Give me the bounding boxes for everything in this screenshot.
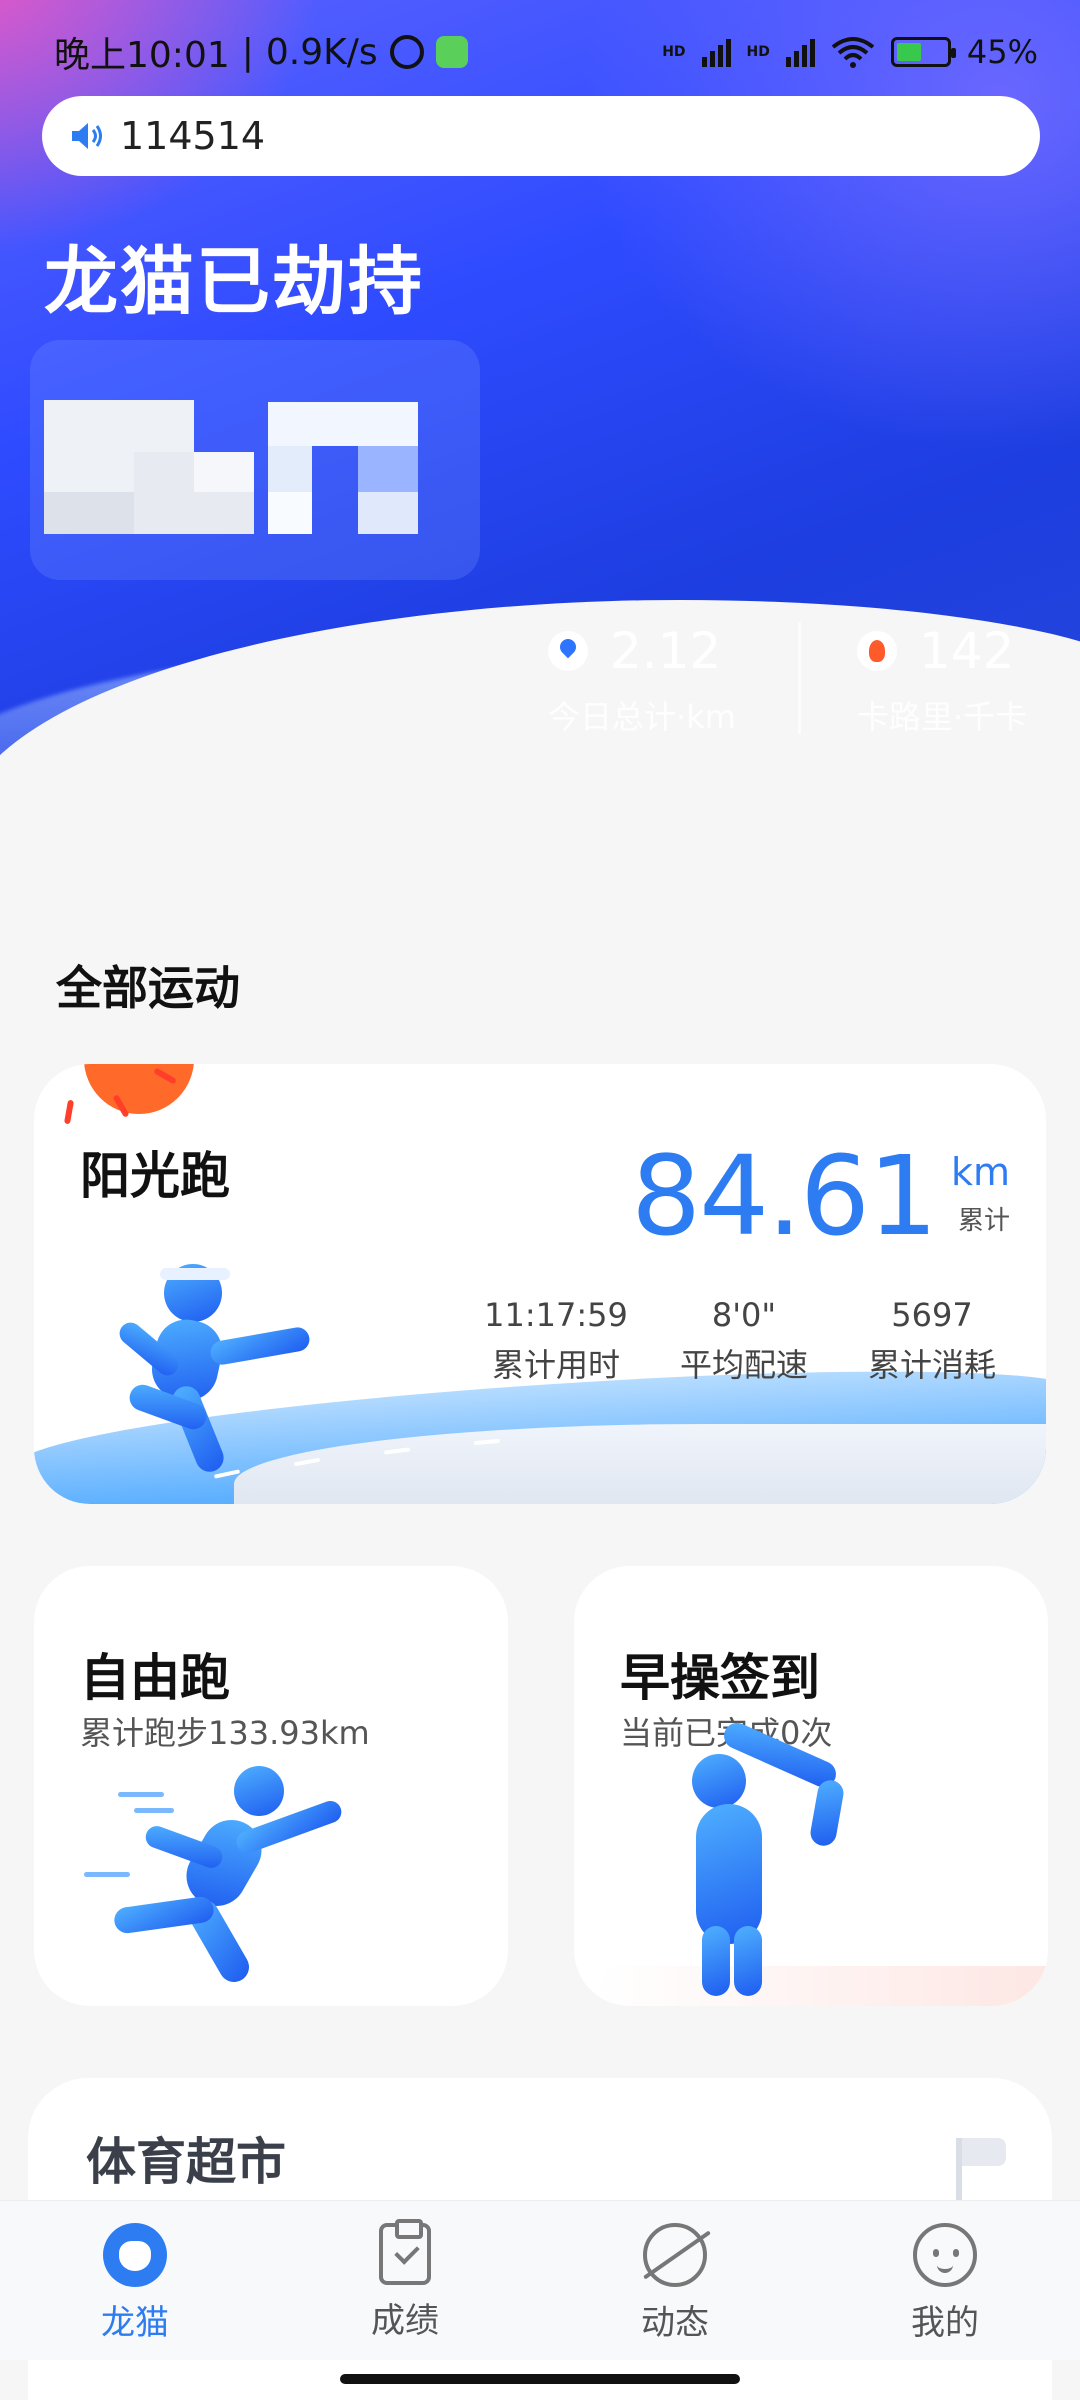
- nav-label: 我的: [911, 2303, 979, 2343]
- planet-icon: [643, 2223, 707, 2287]
- runner-illustration: [114, 1264, 312, 1476]
- morning-title: 早操签到: [620, 1649, 820, 1707]
- network-type-label-1: HD: [662, 44, 686, 60]
- nav-item-feed[interactable]: 动态: [540, 2201, 810, 2360]
- nav-label: 动态: [641, 2303, 709, 2343]
- stretching-figure-illustration: [684, 1718, 884, 1996]
- distance-unit-sub: 累计: [957, 1206, 1010, 1236]
- signal-icon-1: [701, 37, 731, 67]
- free-run-subtitle: 累计跑步133.93km: [80, 1714, 370, 1752]
- nav-label: 成绩: [371, 2301, 439, 2341]
- hero-stats: 2.12 今日总计·km 142 卡路里·千卡: [548, 622, 1080, 738]
- search-bar[interactable]: 114514: [42, 96, 1040, 176]
- speaker-icon: [72, 123, 102, 149]
- search-text: 114514: [120, 114, 266, 158]
- signal-icon-2: [785, 37, 815, 67]
- app-notification-icon: [435, 36, 468, 68]
- mini-stat-label: 平均配速: [679, 1346, 808, 1384]
- stat-value: 2.12: [610, 622, 722, 680]
- nav-label: 龙猫: [101, 2303, 169, 2343]
- home-indicator[interactable]: [340, 2374, 740, 2384]
- sun-icon: [84, 1064, 194, 1114]
- mini-stat-label: 累计用时: [491, 1346, 620, 1384]
- battery-percent: 45%: [966, 33, 1038, 71]
- location-pin-icon: [548, 631, 588, 671]
- stat-divider: [798, 622, 801, 734]
- nav-item-scores[interactable]: 成绩: [270, 2201, 540, 2360]
- distance-unit: km: [950, 1150, 1010, 1194]
- nav-item-home[interactable]: 龙猫: [0, 2201, 270, 2360]
- morning-exercise-card[interactable]: 早操签到 当前已完成0次: [574, 1566, 1048, 2006]
- stat-avg-pace: 8'0" 平均配速: [650, 1296, 838, 1386]
- sunny-run-distance: 84.61: [631, 1132, 938, 1260]
- alarm-icon: [389, 35, 424, 69]
- stat-total-time: 11:17:59 累计用时: [462, 1296, 650, 1386]
- status-time: 晚上10:01: [54, 35, 230, 76]
- sunny-run-card[interactable]: 阳光跑 84.61 km 累计 11:17:59 累计用时 8'0" 平均配速 …: [34, 1064, 1046, 1504]
- cat-avatar-icon: [103, 2223, 167, 2287]
- market-title: 体育超市: [86, 2133, 286, 2191]
- free-runner-illustration: [84, 1766, 345, 1988]
- network-type-label-2: HD: [746, 44, 770, 60]
- mini-stat-label: 累计消耗: [867, 1346, 996, 1384]
- nav-item-profile[interactable]: 我的: [810, 2201, 1080, 2360]
- fire-icon: [857, 631, 897, 671]
- stat-label: 卡路里·千卡: [857, 698, 1028, 736]
- bottom-navigation: 龙猫 成绩 动态 我的: [0, 2200, 1080, 2360]
- wifi-icon: [831, 37, 875, 68]
- sun-ray: [63, 1099, 75, 1125]
- free-run-title: 自由跑: [80, 1649, 230, 1707]
- stat-value: 142: [919, 622, 1015, 680]
- stat-total-burn: 5697 累计消耗: [838, 1296, 1026, 1386]
- status-bar: 晚上10:01 | 0.9K/s HD HD 45%: [54, 24, 1038, 80]
- stat-calories: 142 卡路里·千卡: [857, 622, 1080, 738]
- hero-title: 龙猫已劫持: [44, 239, 424, 325]
- mini-stat-value: 5697: [891, 1296, 973, 1334]
- battery-icon: [890, 37, 956, 67]
- mini-stat-value: 11:17:59: [484, 1296, 628, 1334]
- status-right: HD HD 45%: [662, 33, 1038, 71]
- status-left: 晚上10:01 | 0.9K/s: [54, 26, 468, 78]
- clipboard-check-icon: [379, 2219, 431, 2285]
- stat-label: 今日总计·km: [548, 698, 736, 736]
- mini-stat-value: 8'0": [711, 1296, 777, 1334]
- sunny-run-title: 阳光跑: [80, 1147, 230, 1205]
- face-icon: [913, 2223, 977, 2287]
- pixelated-image: [30, 340, 480, 580]
- status-separator: |: [241, 31, 254, 73]
- status-net-speed: 0.9K/s: [265, 31, 378, 73]
- free-run-card[interactable]: 自由跑 累计跑步133.93km: [34, 1566, 508, 2006]
- stat-total-distance: 2.12 今日总计·km: [548, 622, 798, 738]
- section-title: 全部运动: [56, 961, 240, 1015]
- sunny-run-stats: 11:17:59 累计用时 8'0" 平均配速 5697 累计消耗: [462, 1296, 1026, 1386]
